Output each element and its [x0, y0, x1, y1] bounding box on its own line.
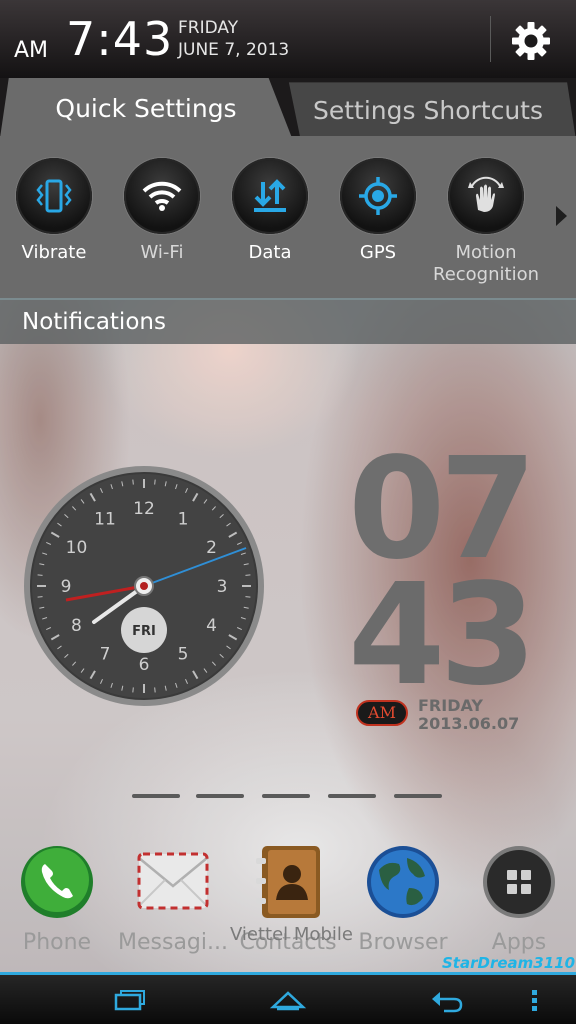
contacts-icon [250, 844, 326, 920]
clock-tick [245, 596, 251, 598]
clock-number: 10 [66, 538, 88, 558]
clock-tick [132, 479, 134, 485]
day-label: FRIDAY [178, 18, 239, 38]
header-divider [490, 16, 491, 62]
dock-messaging[interactable]: Messagi... [118, 844, 228, 955]
tab-bar: Settings Shortcuts Quick Settings [0, 78, 576, 140]
wifi-icon [124, 158, 200, 234]
ampm-badge: AM [356, 700, 408, 726]
motion-recognition-toggle[interactable]: Motion Recognition [432, 158, 540, 286]
tab-quick-settings[interactable]: Quick Settings [0, 78, 292, 138]
dock-label: Phone [22, 930, 92, 955]
dock-apps[interactable]: Apps [464, 844, 574, 955]
page-dot [132, 794, 180, 798]
clock-tick [132, 687, 134, 693]
watermark-text: StarDream3110 [442, 954, 576, 972]
clock-number: 7 [100, 645, 111, 665]
menu-icon[interactable] [524, 985, 544, 1015]
clock-number: 12 [133, 499, 155, 519]
tab-label: Settings Shortcuts [313, 95, 543, 125]
ampm-label: AM [14, 38, 49, 63]
quick-setting-label: Motion Recognition [432, 242, 540, 286]
gps-icon [340, 158, 416, 234]
chevron-right-icon[interactable] [553, 204, 569, 228]
clock-tick [37, 596, 43, 598]
notifications-header: Notifications [0, 298, 576, 344]
quick-setting-label: Wi-Fi [140, 242, 184, 263]
clock-number: 6 [139, 655, 150, 675]
analog-clock-widget[interactable]: 121234567891011 FRI [20, 462, 268, 710]
clock-tick [37, 574, 43, 576]
quick-setting-label-line: Motion [455, 242, 517, 263]
home-icon[interactable] [268, 985, 308, 1015]
tab-settings-shortcuts[interactable]: Settings Shortcuts [288, 82, 576, 140]
clock-number: 2 [206, 538, 217, 558]
quick-setting-label: Vibrate [21, 242, 87, 263]
tab-label: Quick Settings [55, 93, 237, 123]
clock-number: 3 [217, 577, 228, 597]
page-dot [328, 794, 376, 798]
clock-number: 5 [178, 645, 189, 665]
browser-icon [365, 844, 441, 920]
dock-browser[interactable]: Browser [348, 844, 458, 955]
dock-label: Messagi... [118, 930, 228, 955]
carrier-label: Viettel Mobile [230, 924, 353, 945]
data-toggle[interactable]: Data [216, 158, 324, 264]
page-indicator [130, 792, 450, 800]
page-dot [394, 794, 442, 798]
day-badge-text: FRI [132, 624, 156, 639]
vibrate-icon [16, 158, 92, 234]
clock-number: 4 [206, 616, 217, 636]
messaging-icon [135, 844, 211, 920]
clock-number: 11 [94, 509, 116, 529]
clock-number: 1 [178, 509, 189, 529]
data-icon [232, 158, 308, 234]
clock-tick [245, 574, 251, 576]
dock-label: Browser [358, 930, 448, 955]
quick-setting-label: Data [248, 242, 292, 263]
apps-grid-icon [481, 844, 557, 920]
clock-date: 2013.06.07 [418, 714, 520, 733]
digital-clock-widget[interactable]: 07 43 AM FRIDAY 2013.06.07 [340, 430, 540, 740]
clock-tick [154, 479, 156, 485]
quick-setting-label: GPS [359, 242, 397, 263]
notification-header: AM 7:43 FRIDAY JUNE 7, 2013 [0, 0, 576, 78]
motion-recognition-icon [448, 158, 524, 234]
clock-time: 7:43 [66, 12, 174, 66]
phone-icon [19, 844, 95, 920]
clock-tick [154, 687, 156, 693]
dock-phone[interactable]: Phone [2, 844, 112, 955]
quick-setting-label-line: Recognition [433, 264, 539, 285]
vibrate-toggle[interactable]: Vibrate [0, 158, 108, 264]
quick-settings-panel: Vibrate Wi-Fi Data GPS Motion Recognitio… [0, 136, 576, 298]
gear-icon[interactable] [508, 18, 554, 64]
navigation-bar [0, 975, 576, 1024]
date-label: JUNE 7, 2013 [178, 40, 290, 60]
gps-toggle[interactable]: GPS [324, 158, 432, 264]
dock-label: Apps [491, 930, 547, 955]
page-dot [196, 794, 244, 798]
notifications-title: Notifications [22, 309, 166, 335]
recent-apps-icon[interactable] [108, 985, 148, 1015]
clock-minute: 43 [348, 554, 537, 717]
wifi-toggle[interactable]: Wi-Fi [108, 158, 216, 264]
clock-day: FRIDAY [418, 696, 483, 715]
clock-number: 8 [71, 616, 82, 636]
page-dot [262, 794, 310, 798]
clock-number: 9 [61, 577, 72, 597]
back-icon[interactable] [428, 985, 468, 1015]
